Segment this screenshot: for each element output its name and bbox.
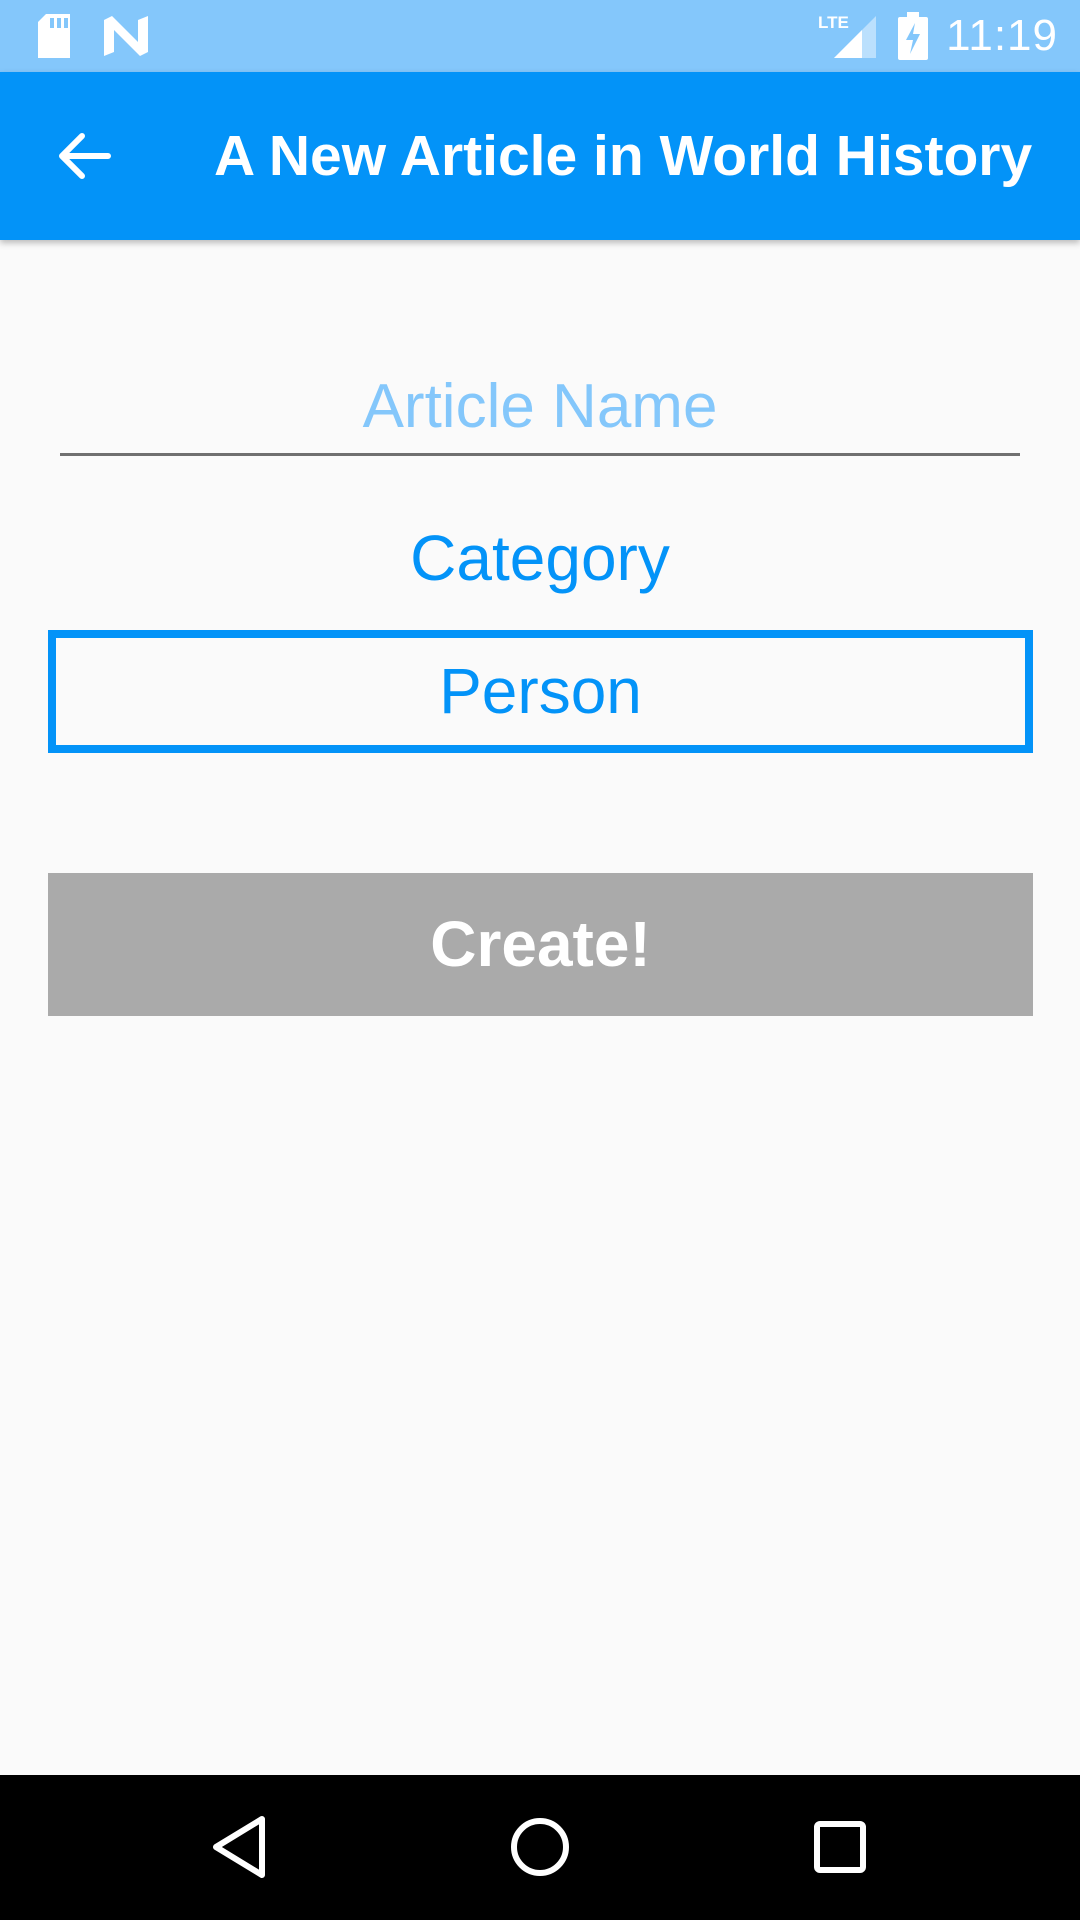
navigation-bar (0, 1775, 1080, 1920)
category-label: Category (410, 522, 670, 594)
nav-recents-button[interactable] (790, 1797, 890, 1897)
arrow-left-icon (59, 133, 111, 179)
status-time: 11:19 (946, 11, 1058, 60)
sd-card-icon (38, 14, 70, 58)
status-bar: LTE 11:19 (0, 0, 1080, 72)
back-triangle-icon (213, 1816, 265, 1878)
nav-home-button[interactable] (490, 1797, 590, 1897)
recents-square-icon (814, 1821, 866, 1873)
page-title: A New Article in World History (214, 124, 1033, 188)
battery-charging-icon (898, 12, 928, 60)
lte-signal-icon: LTE (818, 13, 876, 58)
app-bar: A New Article in World History (0, 72, 1080, 240)
category-picker[interactable]: Person (48, 630, 1033, 753)
back-button[interactable] (44, 116, 124, 196)
create-button[interactable]: Create! (48, 873, 1033, 1016)
home-circle-icon (511, 1818, 569, 1876)
nav-back-button[interactable] (190, 1797, 290, 1897)
article-name-input[interactable] (60, 360, 1020, 456)
article-form: Category Person Create! (0, 240, 1080, 1775)
n-notification-icon (104, 16, 148, 56)
svg-text:LTE: LTE (818, 13, 849, 32)
